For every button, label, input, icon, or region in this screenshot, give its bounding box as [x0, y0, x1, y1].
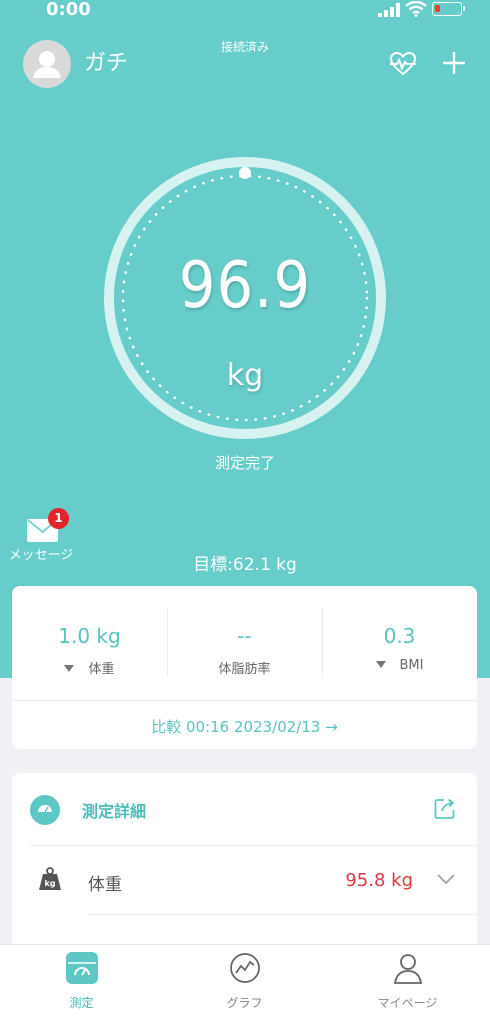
stat-value: -- [237, 624, 252, 648]
add-icon[interactable] [441, 50, 467, 76]
tab-mypage[interactable]: マイページ [326, 945, 489, 1025]
user-silhouette-icon [33, 51, 61, 78]
heart-rate-icon[interactable] [389, 50, 417, 78]
stat-value: 1.0 kg [58, 624, 121, 648]
share-icon[interactable] [433, 797, 457, 821]
divider [12, 700, 477, 701]
message-badge: 1 [48, 508, 69, 529]
person-icon [393, 954, 423, 984]
tab-measure[interactable]: 測定 [0, 945, 163, 1025]
tab-label: グラフ [226, 996, 263, 1010]
change-summary-card: 1.0 kg 体重 -- 体脂肪率 0.3 BMI 比較 00:16 2023/… [12, 586, 477, 749]
svg-text:kg: kg [44, 879, 55, 888]
scale-icon [30, 795, 60, 825]
measurement-status: 測定完了 [214, 454, 275, 472]
divider [30, 845, 477, 846]
detail-row-value: 95.8 kg [345, 870, 413, 891]
divider [88, 914, 477, 915]
tab-bar: 測定 グラフ マイページ [0, 944, 490, 1025]
tab-graph[interactable]: グラフ [163, 945, 326, 1025]
tab-label: 測定 [69, 996, 94, 1010]
measurement-detail-card: 測定詳細 kg 体重 95.8 kg [12, 773, 477, 963]
graph-icon [230, 953, 260, 983]
username[interactable]: ガチ [84, 50, 128, 78]
weight-unit: kg [226, 358, 264, 393]
status-time: 0:00 [46, 0, 91, 20]
goal-weight: 目標:62.1 kg [193, 555, 297, 575]
kg-weight-icon: kg [39, 867, 61, 890]
stat-bmi-change: 0.3 BMI [322, 586, 477, 696]
measure-scale-icon [66, 952, 98, 984]
down-arrow-icon [64, 665, 75, 672]
stat-weight-change: 1.0 kg 体重 [12, 586, 167, 696]
status-bar: 0:00 [0, 0, 490, 22]
compare-link[interactable]: 比較 00:16 2023/02/13 → [12, 716, 477, 737]
weight-value: 96.9 [178, 249, 312, 323]
down-arrow-icon [375, 661, 386, 668]
chevron-down-icon[interactable] [436, 872, 456, 886]
signal-icon [378, 3, 400, 17]
stat-value: 0.3 [383, 624, 416, 648]
avatar[interactable] [23, 40, 71, 88]
stat-body-fat-change: -- 体脂肪率 [167, 586, 322, 696]
detail-title: 測定詳細 [82, 802, 147, 821]
battery-icon [432, 2, 465, 16]
stat-label: 体重 [88, 662, 115, 677]
tab-label: マイページ [377, 996, 438, 1010]
detail-row-label: 体重 [88, 875, 122, 895]
stat-label: 体脂肪率 [218, 662, 271, 677]
stat-label: BMI [399, 658, 424, 673]
wifi-icon [405, 1, 427, 17]
